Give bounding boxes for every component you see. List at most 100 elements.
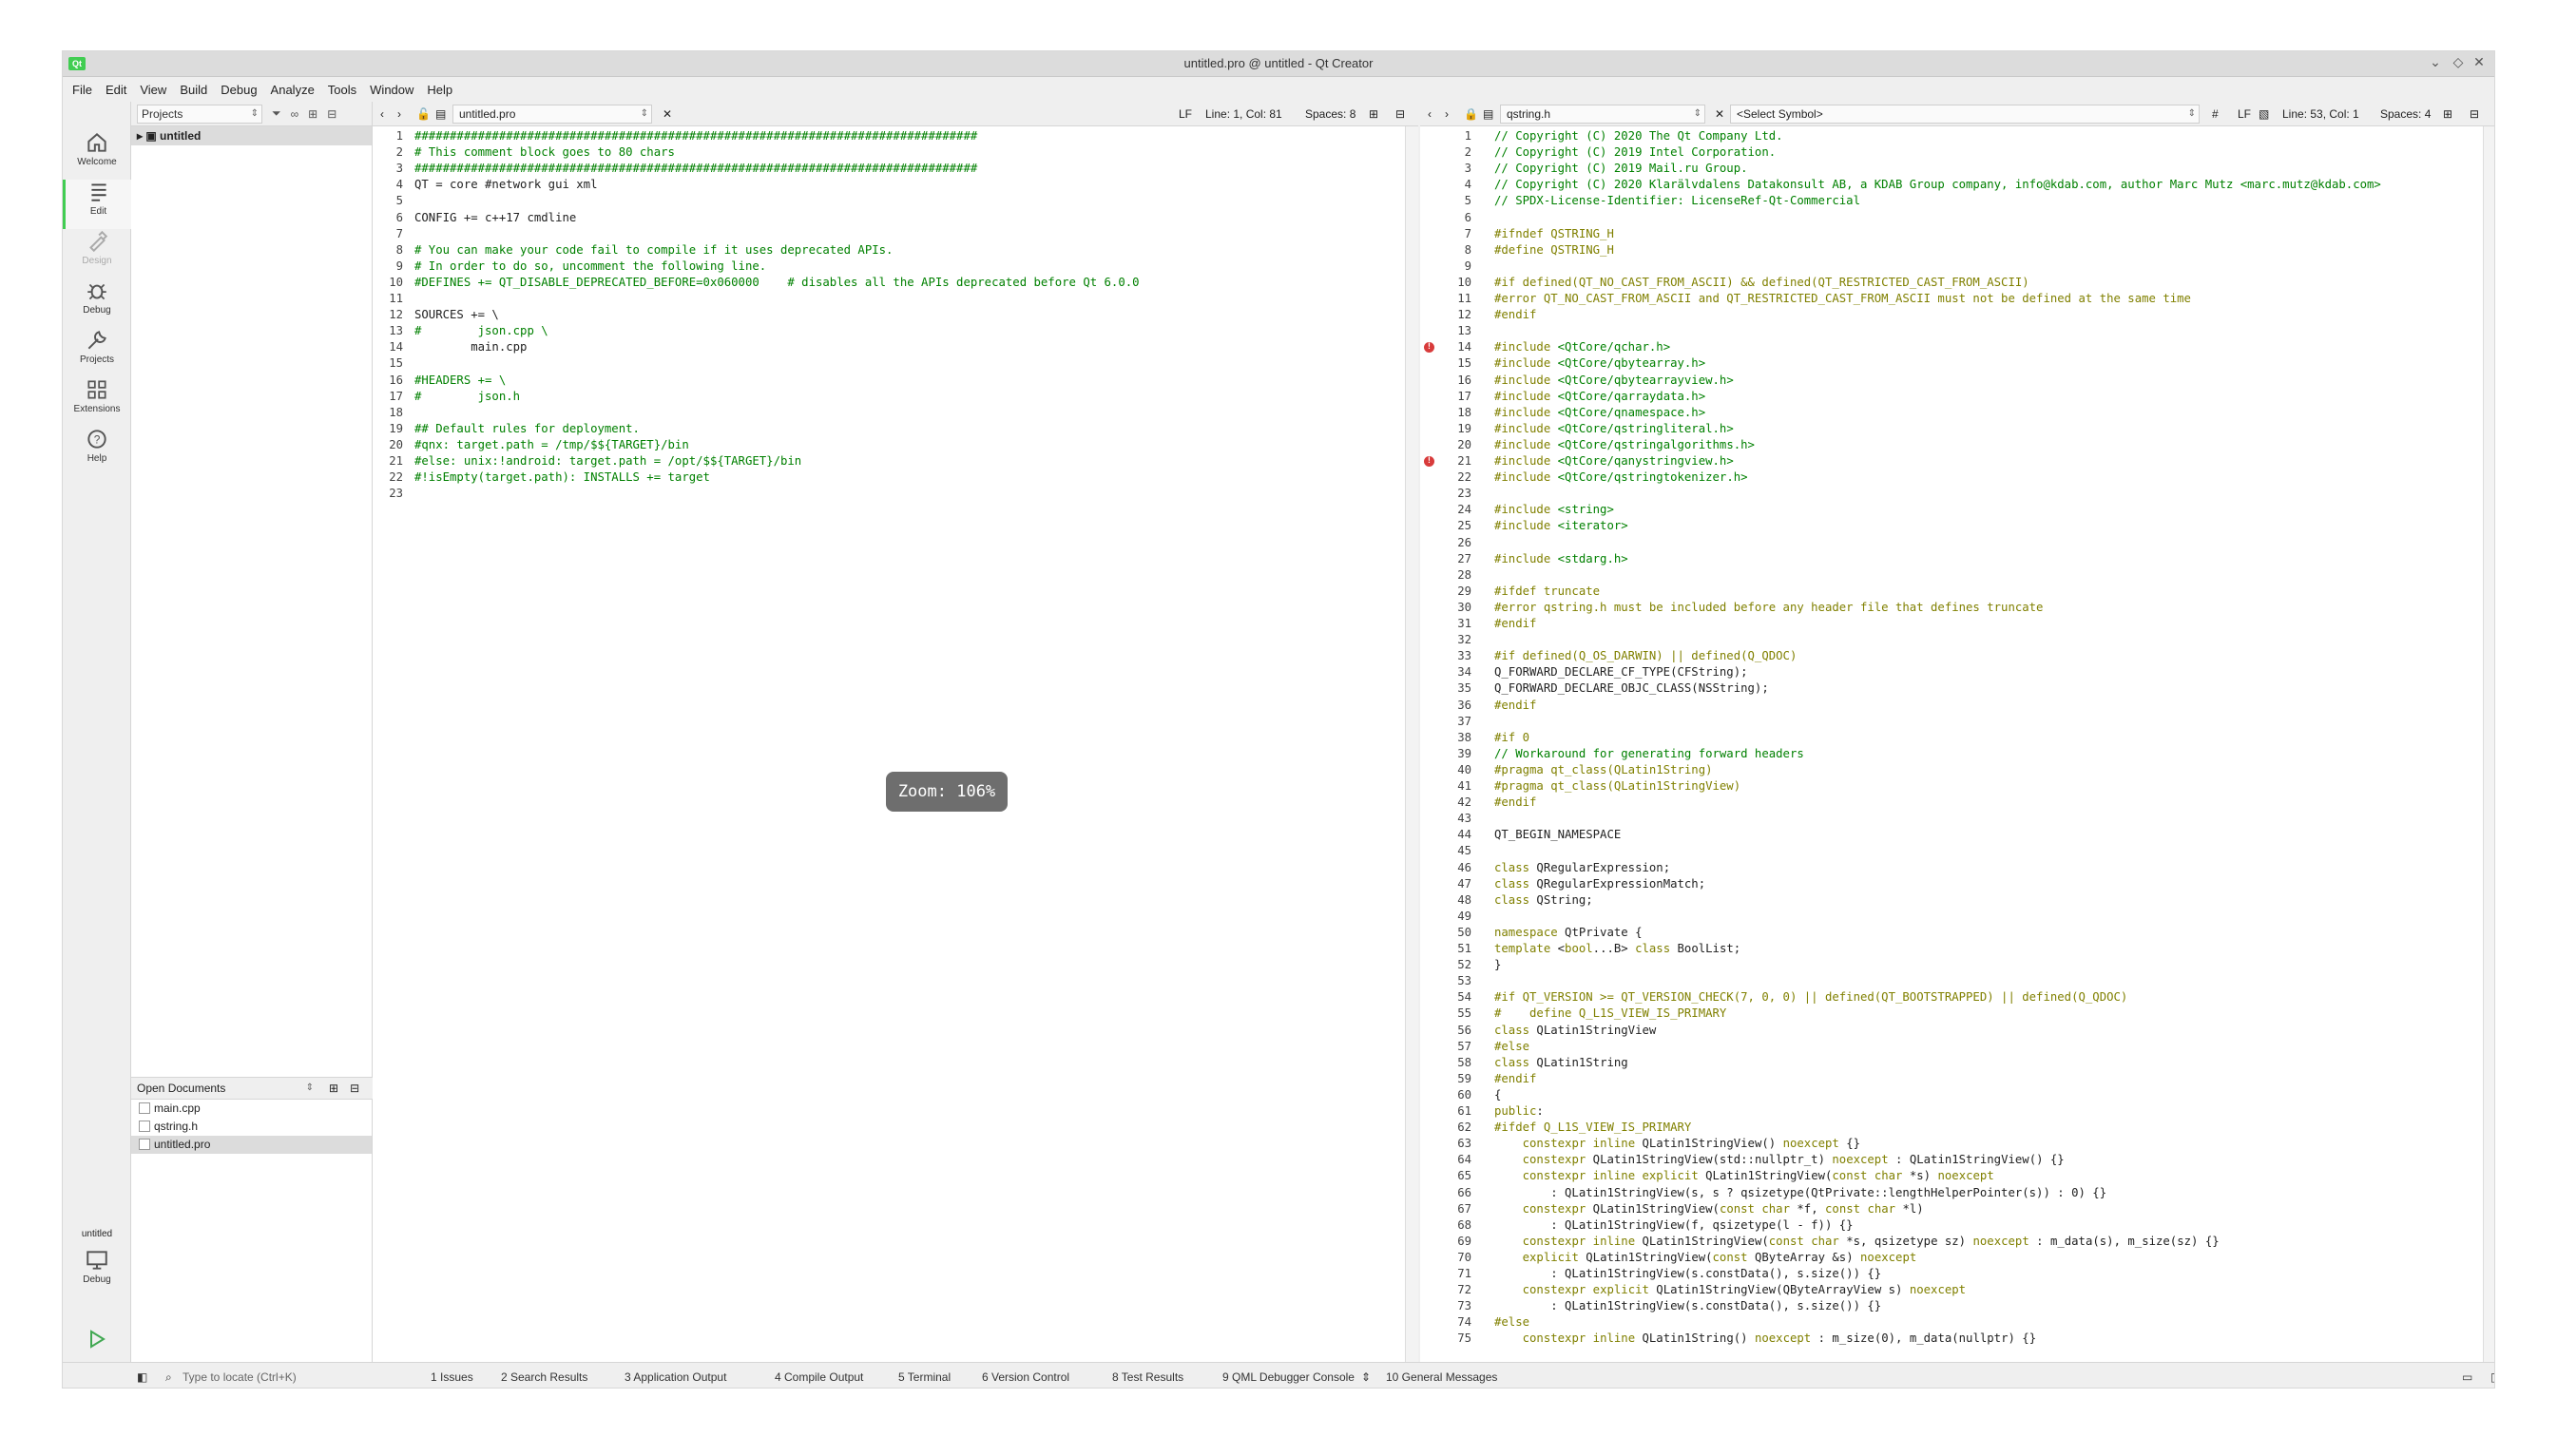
line-number: 4 — [395, 178, 403, 192]
indent-spaces[interactable]: Spaces: 8 — [1305, 107, 1355, 121]
cursor-position[interactable]: Line: 1, Col: 81 — [1205, 107, 1282, 121]
open-document-item[interactable]: untitled.pro — [131, 1136, 372, 1154]
code-line: #endif — [1494, 308, 1537, 322]
line-number: 18 — [1457, 405, 1471, 419]
close-pane-icon[interactable]: ⊟ — [350, 1082, 359, 1095]
close-icon[interactable]: ✕ — [2470, 54, 2489, 70]
code-line: #include <iterator> — [1494, 519, 1628, 533]
code-line: #else: unix:!android: target.path = /opt… — [414, 454, 802, 468]
line-number: 68 — [1457, 1217, 1471, 1232]
menu-window[interactable]: Window — [370, 83, 413, 97]
project-tree-root[interactable]: ▸ ▣ untitled — [131, 126, 372, 145]
symbol-combo[interactable]: <Select Symbol> — [1730, 105, 2200, 124]
toggle-right-sidebar-icon[interactable]: ◨ — [2490, 1370, 2494, 1384]
filter-icon[interactable]: ⏷ — [272, 106, 281, 121]
indent-spaces[interactable]: Spaces: 4 — [2380, 107, 2431, 121]
menu-file[interactable]: File — [72, 83, 92, 97]
mode-projects[interactable]: Projects — [63, 328, 131, 377]
left-scrollbar[interactable] — [1405, 126, 1418, 1362]
open-document-item[interactable]: main.cpp — [131, 1100, 372, 1118]
hash-button[interactable]: # — [2212, 107, 2219, 121]
output-pane-button[interactable]: 9 QML Debugger Console — [1222, 1370, 1355, 1384]
mode-help[interactable]: ? Help — [63, 427, 131, 476]
forward-arrow-icon[interactable]: › — [1445, 107, 1449, 121]
code-line: #DEFINES += QT_DISABLE_DEPRECATED_BEFORE… — [414, 275, 1140, 289]
expand-arrow-icon[interactable]: ▸ — [137, 129, 145, 143]
lock-icon[interactable]: 🔒 — [1464, 107, 1478, 121]
lock-icon[interactable]: 🔓 — [416, 107, 431, 121]
run-icon[interactable] — [86, 1328, 108, 1351]
mode-edit[interactable]: Edit — [63, 180, 131, 229]
code-line: #if QT_VERSION >= QT_VERSION_CHECK(7, 0,… — [1494, 990, 2128, 1005]
close-file-icon[interactable]: ✕ — [1715, 107, 1724, 121]
close-file-icon[interactable]: ✕ — [663, 107, 672, 121]
file-combo[interactable]: untitled.pro — [452, 105, 652, 124]
menu-help[interactable]: Help — [427, 83, 452, 97]
locator-input[interactable]: Type to locate (Ctrl+K) — [183, 1370, 297, 1384]
projects-combo[interactable]: Projects — [137, 104, 262, 124]
menu-analyze[interactable]: Analyze — [271, 83, 315, 97]
output-pane-button[interactable]: 4 Compile Output — [775, 1370, 863, 1384]
output-pane-button[interactable]: 3 Application Output — [625, 1370, 726, 1384]
mode-welcome[interactable]: Welcome — [63, 130, 131, 180]
output-pane-button[interactable]: 10 General Messages — [1386, 1370, 1497, 1384]
link-icon[interactable]: ∞ — [291, 107, 299, 121]
forward-arrow-icon[interactable]: › — [397, 107, 401, 121]
pane-menu-icon[interactable]: ⇕ — [1361, 1370, 1371, 1384]
line-number: 29 — [1457, 584, 1471, 598]
code-line: #else — [1494, 1039, 1530, 1053]
toggle-sidebar-icon[interactable]: ◧ — [137, 1370, 147, 1384]
file-combo[interactable]: qstring.h — [1500, 105, 1705, 124]
line-number: 15 — [1457, 356, 1471, 371]
mode-label: Design — [82, 256, 112, 266]
output-pane-button[interactable]: 1 Issues — [431, 1370, 473, 1384]
right-code-area[interactable]: 1 2 3 4 5 6 7 8 9 10 11 12 13 14 15 16 17 18 19 20 21 22 23 24 2… — [1420, 126, 2494, 1362]
code-line: QT = core #network gui xml — [414, 178, 598, 192]
split-icon[interactable]: ⊞ — [329, 1082, 338, 1095]
code-line: SOURCES += \ — [414, 308, 499, 322]
cursor-position[interactable]: Line: 53, Col: 1 — [2282, 107, 2359, 121]
progress-toggle-icon[interactable]: ▭ — [2462, 1370, 2472, 1384]
close-pane-icon[interactable]: ⊟ — [327, 107, 336, 121]
menu-edit[interactable]: Edit — [106, 83, 126, 97]
menu-build[interactable]: Build — [180, 83, 207, 97]
line-number: 26 — [1457, 535, 1471, 549]
line-number: 47 — [1457, 876, 1471, 891]
mode-debug[interactable]: Debug — [63, 278, 131, 328]
line-number: 20 — [389, 437, 403, 451]
split-icon[interactable]: ⊞ — [1369, 107, 1378, 121]
code-line: #error qstring.h must be included before… — [1494, 600, 2044, 614]
minimize-icon[interactable]: ⌄ — [2426, 54, 2445, 70]
right-scrollbar[interactable] — [2483, 126, 2494, 1362]
line-number: 10 — [389, 275, 403, 289]
output-pane-button[interactable]: 8 Test Results — [1112, 1370, 1183, 1384]
menu-debug[interactable]: Debug — [221, 83, 257, 97]
back-arrow-icon[interactable]: ‹ — [380, 107, 384, 121]
output-pane-button[interactable]: 2 Search Results — [501, 1370, 587, 1384]
code-line: #include <QtCore/qnamespace.h> — [1494, 405, 1706, 419]
left-code-area[interactable]: 1 2 3 4 5 6 7 8 9 10 11 12 13 14 15 16 17 18 19 20 21 22 23 ###… — [373, 126, 1418, 1362]
open-documents-header: Open Documents ⊞ ⊟ — [131, 1077, 373, 1100]
kit-selector[interactable]: Debug — [63, 1248, 131, 1297]
output-pane-button[interactable]: 5 Terminal — [898, 1370, 951, 1384]
line-ending[interactable]: LF — [1179, 107, 1192, 121]
error-marker-icon[interactable]: ! — [1424, 456, 1434, 467]
restore-icon[interactable]: ◇ — [2449, 54, 2468, 70]
close-split-icon[interactable]: ⊟ — [2470, 107, 2479, 121]
menu-tools[interactable]: Tools — [328, 83, 356, 97]
split-icon[interactable]: ⊞ — [2443, 107, 2452, 121]
line-ending[interactable]: LF — [2238, 107, 2251, 121]
open-document-item[interactable]: qstring.h — [131, 1118, 372, 1136]
close-split-icon[interactable]: ⊟ — [1395, 107, 1405, 121]
code-line: class QLatin1String — [1494, 1055, 1628, 1069]
line-number-gutter: 1 2 3 4 5 6 7 8 9 10 11 12 13 14 15 16 17 18 19 20 21 22 23 24 2… — [1420, 126, 1477, 1362]
open-documents-combo[interactable]: Open Documents — [137, 1079, 317, 1098]
mode-extensions[interactable]: Extensions — [63, 377, 131, 427]
back-arrow-icon[interactable]: ‹ — [1428, 107, 1432, 121]
line-number: 73 — [1457, 1299, 1471, 1313]
line-number: 17 — [389, 389, 403, 403]
menu-view[interactable]: View — [140, 83, 166, 97]
split-icon[interactable]: ⊞ — [308, 107, 317, 121]
output-pane-button[interactable]: 6 Version Control — [982, 1370, 1069, 1384]
encoding-icon[interactable]: ▧ — [2259, 107, 2269, 121]
